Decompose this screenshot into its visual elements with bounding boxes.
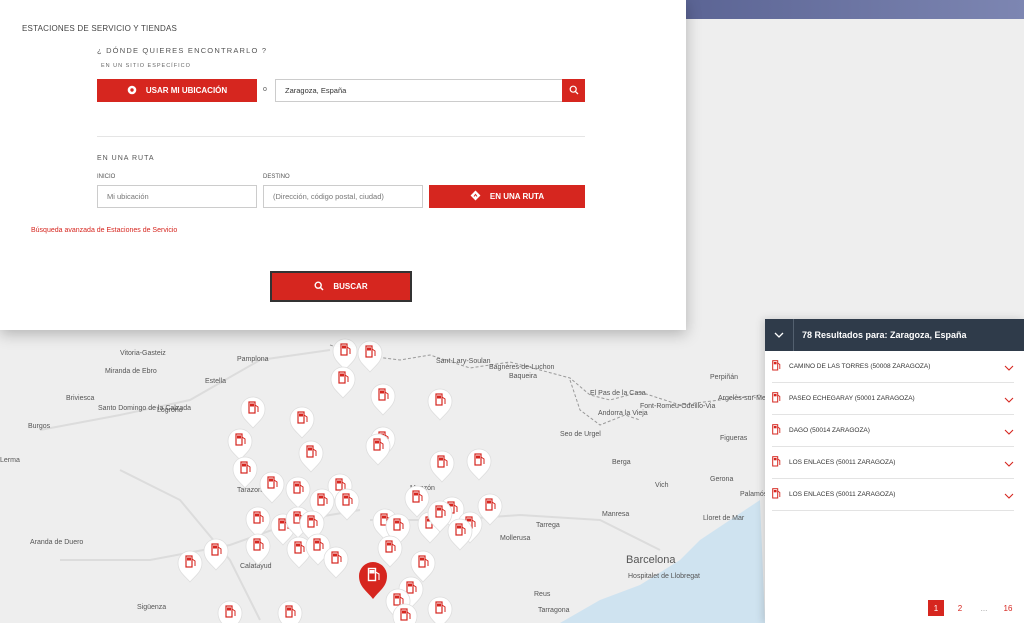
chevron-down-icon[interactable] <box>1004 454 1014 472</box>
city-search-button[interactable] <box>562 79 585 102</box>
route-title: EN UNA RUTA <box>97 155 155 162</box>
map-place-label: Lloret de Mar <box>703 515 745 522</box>
station-map-pin[interactable] <box>277 600 303 623</box>
map-place-label: Briviesca <box>66 395 95 402</box>
pagination: 1 2 ... 16 <box>928 600 1016 616</box>
route-button-label: EN UNA RUTA <box>489 192 545 201</box>
section-title: ESTACIONES DE SERVICIO Y TIENDAS <box>22 24 178 33</box>
use-my-location-label: USAR MI UBICACIÓN <box>145 86 228 95</box>
map-place-label: Calatayud <box>240 563 272 570</box>
map-place-label: Gerona <box>710 476 733 483</box>
fuel-pump-icon <box>772 422 781 440</box>
map-place-label: Santo Domingo de la Calzada <box>98 405 191 412</box>
map-place-label: Palamós <box>740 491 768 498</box>
destination-input[interactable]: (Dirección, código postal, ciudad) <box>263 185 423 208</box>
start-placeholder: Mi ubicación <box>107 192 149 201</box>
station-map-pin[interactable] <box>217 600 243 623</box>
result-item-name: LOS ENLACES (50011 ZARAGOZA) <box>789 491 896 498</box>
route-button[interactable]: EN UNA RUTA <box>429 185 585 208</box>
map-place-label: Argelès-sur-Mer <box>718 395 769 402</box>
start-input[interactable]: Mi ubicación <box>97 185 257 208</box>
map-place-label: Vitoria-Gasteiz <box>120 350 166 357</box>
chevron-down-icon[interactable] <box>1004 486 1014 504</box>
location-subquestion: EN UN SITIO ESPECÍFICO <box>101 63 191 69</box>
result-item[interactable]: PASEO ECHEGARAY (50001 ZARAGOZA) <box>772 383 1014 415</box>
map-place-label: Seo de Urgel <box>560 431 601 438</box>
result-item-name: DAGO (50014 ZARAGOZA) <box>789 427 870 434</box>
result-item[interactable]: CAMINO DE LAS TORRES (50008 ZARAGOZA) <box>772 351 1014 383</box>
result-item-name: LOS ENLACES (50011 ZARAGOZA) <box>789 459 896 466</box>
map-place-label: Barcelona <box>626 554 676 566</box>
city-search-value: Zaragoza, España <box>285 86 347 95</box>
fuel-pump-icon <box>772 390 781 408</box>
advanced-search-link[interactable]: Búsqueda avanzada de Estaciones de Servi… <box>31 227 177 234</box>
use-my-location-button[interactable]: USAR MI UBICACIÓN <box>97 79 257 102</box>
map-place-label: Tarragona <box>538 607 570 614</box>
route-diamond-icon <box>470 190 481 203</box>
result-item[interactable]: LOS ENLACES (50011 ZARAGOZA) <box>772 447 1014 479</box>
result-item[interactable]: LOS ENLACES (50011 ZARAGOZA) <box>772 479 1014 511</box>
page-1-button[interactable]: 1 <box>928 600 944 616</box>
collapse-chevron-icon[interactable] <box>765 319 794 351</box>
fuel-pump-icon <box>772 454 781 472</box>
map-place-label: El Pas de la Casa <box>590 390 646 397</box>
map-place-label: Vich <box>655 482 669 489</box>
section-divider <box>97 136 585 137</box>
map-place-label: Tarrega <box>536 522 560 529</box>
page-16-button[interactable]: 16 <box>1000 600 1016 616</box>
map-place-label: Sant-Lary-Soulan <box>436 358 491 365</box>
location-question: ¿ DÓNDE QUIERES ENCONTRARLO ? <box>97 46 268 55</box>
chevron-down-icon[interactable] <box>1004 422 1014 440</box>
map-place-label: Bagnères-de-Luchon <box>489 364 554 371</box>
city-search-input[interactable]: Zaragoza, España <box>275 79 563 102</box>
map-place-label: Baqueira <box>509 373 537 380</box>
map-place-label: Berga <box>612 459 631 466</box>
fuel-pump-icon <box>772 358 781 376</box>
results-header[interactable]: 78 Resultados para: Zaragoza, España <box>765 319 1024 351</box>
or-separator: o <box>263 86 267 93</box>
destination-label: DESTINO <box>263 174 290 180</box>
result-item-name: PASEO ECHEGARAY (50001 ZARAGOZA) <box>789 395 915 402</box>
map-place-label: Sigüenza <box>137 604 166 611</box>
fuel-pump-icon <box>772 486 781 504</box>
map-place-label: Hospitalet de Llobregat <box>628 573 700 580</box>
map-place-label: Pamplona <box>237 356 269 363</box>
map-place-label: Reus <box>534 591 551 598</box>
buscar-button[interactable]: BUSCAR <box>270 271 412 302</box>
location-target-icon <box>127 85 137 97</box>
results-panel: 78 Resultados para: Zaragoza, España CAM… <box>765 319 1024 623</box>
station-map-pin[interactable] <box>427 596 453 623</box>
map-place-label: Manresa <box>602 511 629 518</box>
pagination-ellipsis: ... <box>980 603 988 613</box>
chevron-down-icon[interactable] <box>1004 358 1014 376</box>
destination-placeholder: (Dirección, código postal, ciudad) <box>273 192 384 201</box>
map-place-label: Aranda de Duero <box>30 539 83 546</box>
magnifier-icon <box>314 280 324 293</box>
results-header-text: 78 Resultados para: Zaragoza, España <box>802 330 967 340</box>
search-panel: ESTACIONES DE SERVICIO Y TIENDAS ¿ DÓNDE… <box>0 0 686 330</box>
start-label: INICIO <box>97 174 116 180</box>
search-icon <box>569 85 579 97</box>
map-place-label: Burgos <box>28 423 51 430</box>
map-place-label: Mollerusa <box>500 535 530 542</box>
top-banner-strip <box>686 0 1024 19</box>
result-item-name: CAMINO DE LAS TORRES (50008 ZARAGOZA) <box>789 363 931 370</box>
map-place-label: Font-Romeu-Odeillo-Via <box>640 403 715 410</box>
chevron-down-icon[interactable] <box>1004 390 1014 408</box>
map-place-label: Figueras <box>720 435 748 442</box>
map-place-label: Perpiñán <box>710 374 738 381</box>
map-place-label: Estella <box>205 378 226 385</box>
map-place-label: Lerma <box>0 457 20 464</box>
result-item[interactable]: DAGO (50014 ZARAGOZA) <box>772 415 1014 447</box>
map-place-label: Miranda de Ebro <box>105 368 157 375</box>
map-place-label: Andorra la Vieja <box>598 410 648 417</box>
page-2-button[interactable]: 2 <box>952 600 968 616</box>
buscar-label: BUSCAR <box>333 282 368 291</box>
